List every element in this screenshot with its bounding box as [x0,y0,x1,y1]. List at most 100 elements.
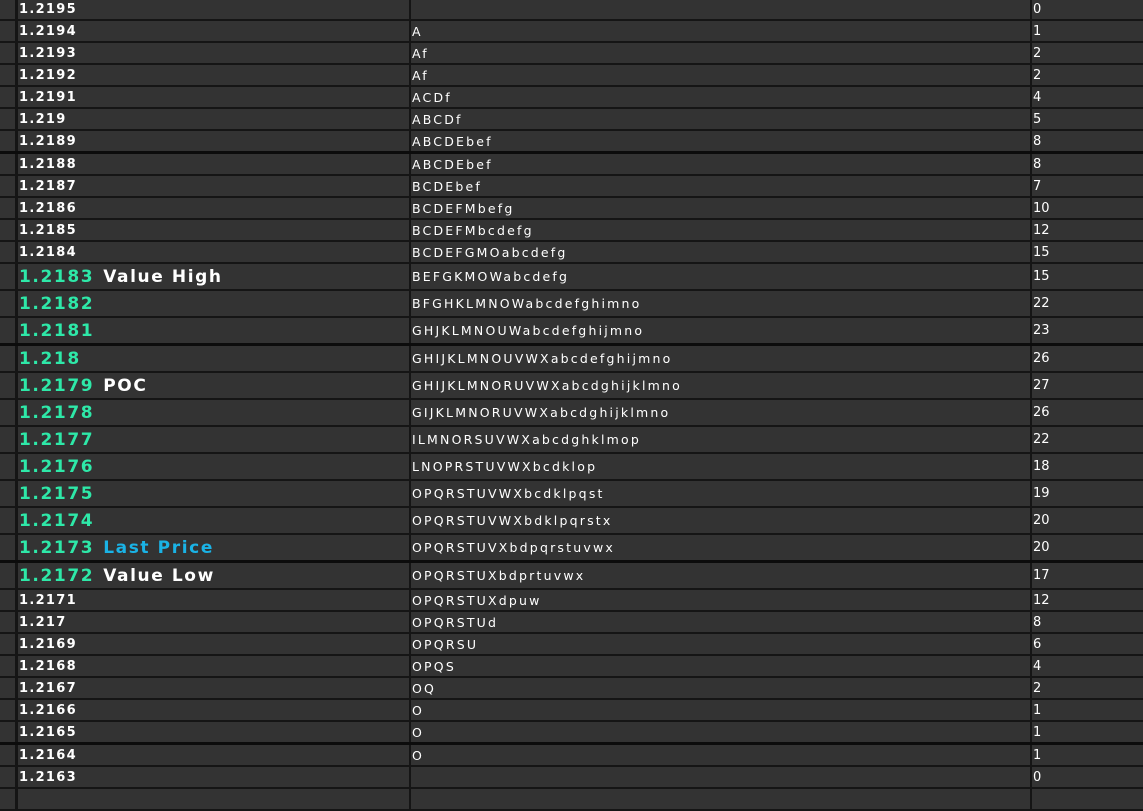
row-header-cell[interactable] [0,109,15,129]
row-header-cell[interactable] [0,220,15,240]
tpo-count-cell[interactable]: 22 [1032,427,1143,452]
price-cell[interactable]: 1.2175 [18,481,409,506]
tpo-count-cell[interactable]: 18 [1032,454,1143,479]
row-header-cell[interactable] [0,0,15,19]
price-cell[interactable]: 1.2174 [18,508,409,533]
price-cell[interactable]: 1.2188 [18,154,409,174]
tpo-count-cell[interactable]: 8 [1032,131,1143,151]
tpo-count-cell[interactable]: 15 [1032,242,1143,262]
tpo-count-cell[interactable]: 0 [1032,767,1143,787]
row-header-cell[interactable] [0,346,15,371]
price-cell[interactable]: 1.2178 [18,400,409,425]
tpo-letters-cell[interactable]: OPQS [411,656,1030,676]
row-header-cell[interactable] [0,373,15,398]
price-cell[interactable]: 1.2173 Last Price [18,535,409,560]
tpo-letters-cell[interactable]: OPQRSTUd [411,612,1030,632]
tpo-letters-cell[interactable]: BCDEFMbefg [411,198,1030,218]
tpo-count-cell[interactable]: 19 [1032,481,1143,506]
row-header-cell[interactable] [0,318,15,343]
tpo-letters-cell[interactable]: GHIJKLMNORUVWXabcdghijklmno [411,373,1030,398]
tpo-count-cell[interactable]: 2 [1032,43,1143,63]
tpo-count-cell[interactable]: 20 [1032,535,1143,560]
tpo-count-cell[interactable]: 2 [1032,65,1143,85]
row-header-cell[interactable] [0,656,15,676]
tpo-letters-cell[interactable]: BCDEFMbcdefg [411,220,1030,240]
tpo-letters-cell[interactable]: ACDf [411,87,1030,107]
price-cell[interactable]: 1.2194 [18,21,409,41]
tpo-letters-cell[interactable]: OPQRSTUVXbdpqrstuvwx [411,535,1030,560]
row-header-cell[interactable] [0,154,15,174]
price-cell[interactable]: 1.2191 [18,87,409,107]
row-header-cell[interactable] [0,65,15,85]
price-cell[interactable]: 1.2192 [18,65,409,85]
tpo-letters-cell[interactable]: BCDEFGMOabcdefg [411,242,1030,262]
row-header-cell[interactable] [0,722,15,742]
tpo-letters-cell[interactable]: Af [411,43,1030,63]
price-cell[interactable]: 1.2165 [18,722,409,742]
tpo-letters-cell[interactable]: GHIJKLMNOUVWXabcdefghijmno [411,346,1030,371]
price-cell[interactable]: 1.2181 [18,318,409,343]
price-cell[interactable]: 1.218 [18,346,409,371]
tpo-count-cell[interactable]: 12 [1032,220,1143,240]
tpo-count-cell[interactable]: 10 [1032,198,1143,218]
price-cell[interactable]: 1.2182 [18,291,409,316]
row-header-cell[interactable] [0,43,15,63]
row-header-cell[interactable] [0,264,15,289]
row-header-cell[interactable] [0,87,15,107]
tpo-count-cell[interactable]: 4 [1032,656,1143,676]
tpo-letters-cell[interactable]: GHJKLMNOUWabcdefghijmno [411,318,1030,343]
tpo-letters-cell[interactable]: A [411,21,1030,41]
tpo-letters-cell[interactable]: Af [411,65,1030,85]
tpo-count-cell[interactable]: 6 [1032,634,1143,654]
price-cell[interactable] [18,789,409,809]
price-cell[interactable]: 1.2187 [18,176,409,196]
tpo-letters-cell[interactable] [411,767,1030,787]
row-header-cell[interactable] [0,700,15,720]
price-cell[interactable]: 1.2172 Value Low [18,563,409,588]
price-cell[interactable]: 1.2171 [18,590,409,610]
tpo-letters-cell[interactable]: ILMNORSUVWXabcdghklmop [411,427,1030,452]
price-cell[interactable]: 1.219 [18,109,409,129]
tpo-letters-cell[interactable]: OPQRSTUVWXbdklpqrstx [411,508,1030,533]
price-cell[interactable]: 1.2183 Value High [18,264,409,289]
tpo-count-cell[interactable]: 20 [1032,508,1143,533]
row-header-cell[interactable] [0,427,15,452]
tpo-letters-cell[interactable]: LNOPRSTUVWXbcdklop [411,454,1030,479]
tpo-count-cell[interactable]: 17 [1032,563,1143,588]
tpo-count-cell[interactable]: 12 [1032,590,1143,610]
tpo-letters-cell[interactable] [411,789,1030,809]
tpo-letters-cell[interactable]: ABCDf [411,109,1030,129]
tpo-letters-cell[interactable]: GIJKLMNORUVWXabcdghijklmno [411,400,1030,425]
price-cell[interactable]: 1.2193 [18,43,409,63]
price-cell[interactable]: 1.2168 [18,656,409,676]
row-header-cell[interactable] [0,563,15,588]
tpo-count-cell[interactable]: 1 [1032,21,1143,41]
row-header-cell[interactable] [0,612,15,632]
tpo-count-cell[interactable]: 27 [1032,373,1143,398]
tpo-count-cell[interactable]: 4 [1032,87,1143,107]
tpo-count-cell[interactable]: 26 [1032,400,1143,425]
price-cell[interactable]: 1.217 [18,612,409,632]
tpo-count-cell[interactable] [1032,789,1143,809]
price-cell[interactable]: 1.2195 [18,0,409,19]
tpo-letters-cell[interactable]: BFGHKLMNOWabcdefghimno [411,291,1030,316]
row-header-cell[interactable] [0,508,15,533]
row-header-cell[interactable] [0,454,15,479]
tpo-count-cell[interactable]: 1 [1032,700,1143,720]
tpo-count-cell[interactable]: 1 [1032,722,1143,742]
price-cell[interactable]: 1.2176 [18,454,409,479]
price-cell[interactable]: 1.2164 [18,745,409,765]
row-header-cell[interactable] [0,634,15,654]
tpo-count-cell[interactable]: 8 [1032,154,1143,174]
tpo-letters-cell[interactable]: O [411,722,1030,742]
row-header-cell[interactable] [0,745,15,765]
row-header-cell[interactable] [0,21,15,41]
row-header-cell[interactable] [0,678,15,698]
tpo-count-cell[interactable]: 7 [1032,176,1143,196]
tpo-letters-cell[interactable]: O [411,745,1030,765]
tpo-letters-cell[interactable]: BEFGKMOWabcdefg [411,264,1030,289]
tpo-count-cell[interactable]: 26 [1032,346,1143,371]
price-cell[interactable]: 1.2169 [18,634,409,654]
price-cell[interactable]: 1.2166 [18,700,409,720]
tpo-letters-cell[interactable]: BCDEbef [411,176,1030,196]
